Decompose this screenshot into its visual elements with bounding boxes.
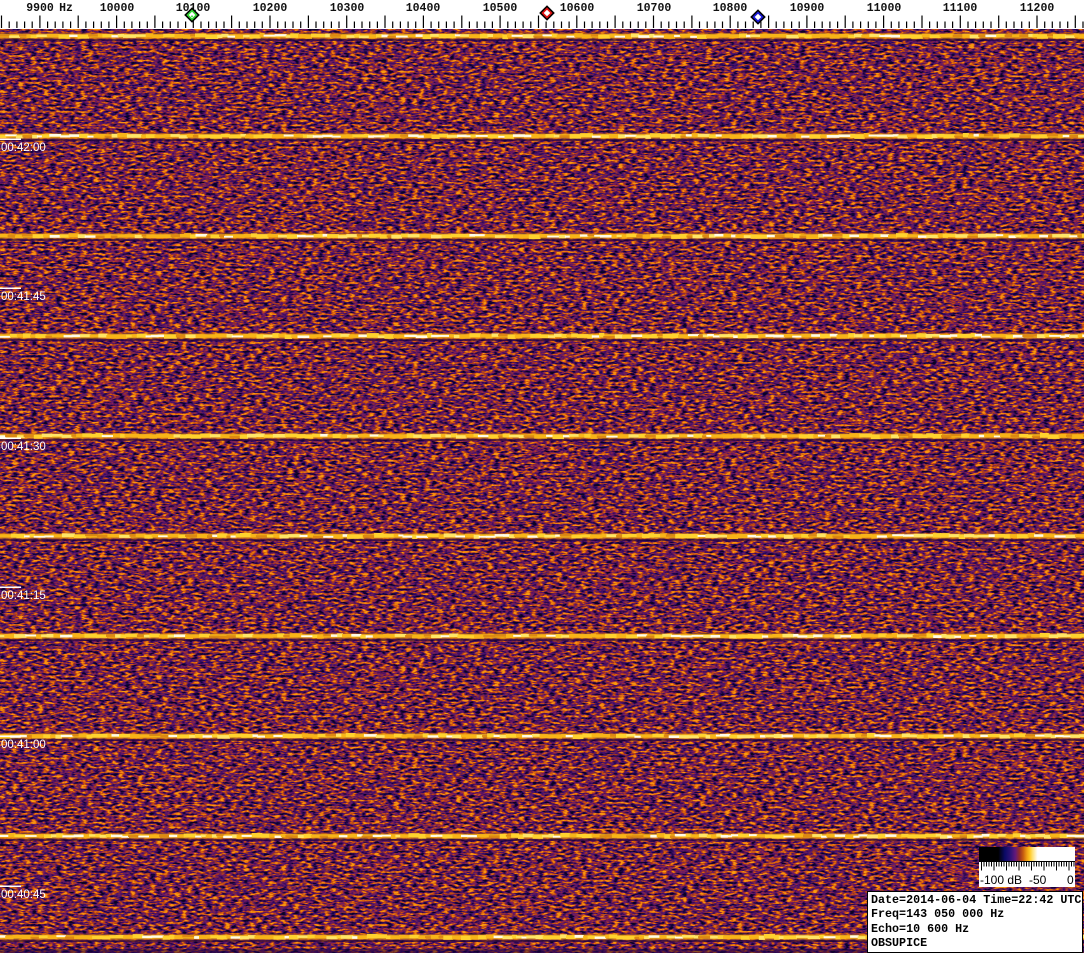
svg-text:10200: 10200 bbox=[253, 2, 288, 15]
svg-text:11000: 11000 bbox=[867, 2, 902, 15]
svg-text:10400: 10400 bbox=[406, 2, 441, 15]
svg-text:00:41:30: 00:41:30 bbox=[1, 441, 46, 453]
svg-text:10000: 10000 bbox=[100, 2, 135, 15]
svg-text:10500: 10500 bbox=[483, 2, 518, 15]
svg-text:00:41:15: 00:41:15 bbox=[1, 590, 46, 602]
svg-text:10600: 10600 bbox=[560, 2, 595, 15]
svg-text:Hz: Hz bbox=[59, 2, 73, 15]
svg-text:00:40:45: 00:40:45 bbox=[1, 889, 46, 901]
svg-text:10800: 10800 bbox=[713, 2, 748, 15]
svg-text:00:41:45: 00:41:45 bbox=[1, 291, 46, 303]
svg-text:00:41:00: 00:41:00 bbox=[1, 739, 46, 751]
svg-text:11100: 11100 bbox=[943, 2, 978, 15]
svg-text:11200: 11200 bbox=[1020, 2, 1055, 15]
svg-text:00:42:00: 00:42:00 bbox=[1, 142, 46, 154]
svg-text:10900: 10900 bbox=[790, 2, 825, 15]
svg-text:10300: 10300 bbox=[330, 2, 365, 15]
svg-text:10700: 10700 bbox=[637, 2, 672, 15]
svg-text:9900: 9900 bbox=[26, 2, 54, 15]
